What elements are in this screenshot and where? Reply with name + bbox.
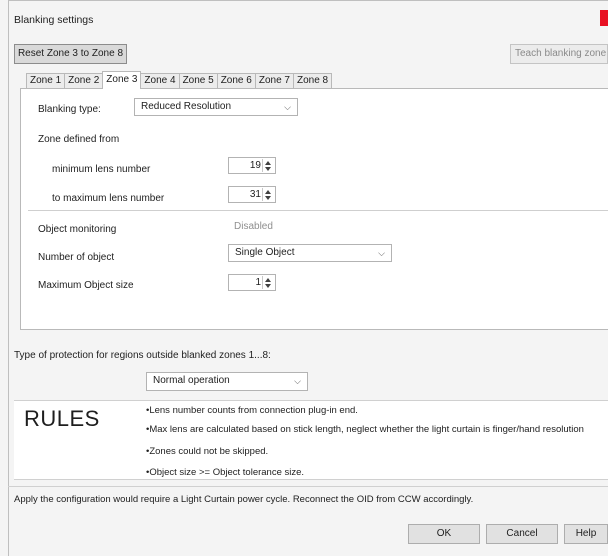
footer-divider [8,486,608,487]
rule-item: •Zones could not be skipped. [146,446,269,457]
tab-zone-6[interactable]: Zone 6 [216,73,256,89]
help-button[interactable]: Help [564,524,608,544]
cancel-button[interactable]: Cancel [486,524,558,544]
tab-zone-1[interactable]: Zone 1 [26,73,66,89]
power-cycle-note: Apply the configuration would require a … [14,494,474,505]
protection-type-select[interactable]: Normal operation ⌵ [146,372,308,391]
number-of-object-label: Number of object [38,252,115,263]
rule-item: •Object size >= Object tolerance size. [146,467,305,478]
tab-zone-3[interactable]: Zone 3 [102,71,142,89]
blanking-type-label: Blanking type: [38,104,101,115]
spinner-arrows-icon[interactable] [262,276,274,289]
rules-title: RULES [24,406,100,431]
number-of-object-value: Single Object [235,247,295,258]
max-lens-spinner[interactable]: 31 [228,186,276,203]
min-lens-label: minimum lens number [52,164,151,175]
tab-zone-4[interactable]: Zone 4 [140,73,180,89]
rule-item: •Max lens are calculated based on stick … [146,424,584,435]
chevron-down-icon: ⌵ [294,376,301,386]
window-border-top [8,0,608,1]
chevron-down-icon: ⌵ [284,102,291,112]
teach-blanking-zone-button[interactable]: Teach blanking zone [510,44,608,64]
blanking-type-select[interactable]: Reduced Resolution ⌵ [134,98,298,116]
protection-type-value: Normal operation [153,375,230,386]
reset-zones-button[interactable]: Reset Zone 3 to Zone 8 [14,44,127,64]
chevron-down-icon: ⌵ [378,248,385,258]
blanking-type-value: Reduced Resolution [141,101,232,112]
tab-zone-5[interactable]: Zone 5 [178,73,218,89]
zone-tabs: Zone 1 Zone 2 Zone 3 Zone 4 Zone 5 Zone … [26,71,333,89]
tab-zone-2[interactable]: Zone 2 [64,73,104,89]
min-lens-value: 19 [249,160,261,171]
min-lens-spinner[interactable]: 19 [228,157,276,174]
protection-type-label: Type of protection for regions outside b… [14,350,271,361]
window-border-left [8,0,9,556]
object-monitoring-label: Object monitoring [38,224,117,235]
close-icon[interactable] [600,10,608,26]
ok-button[interactable]: OK [408,524,480,544]
max-object-size-label: Maximum Object size [38,280,134,291]
spinner-arrows-icon[interactable] [262,159,274,172]
spinner-arrows-icon[interactable] [262,188,274,201]
zone-defined-label: Zone defined from [38,134,120,145]
max-lens-label: to maximum lens number [52,193,165,204]
rule-item: •Lens number counts from connection plug… [146,405,358,416]
tab-zone-8[interactable]: Zone 8 [292,73,333,89]
max-object-size-spinner[interactable]: 1 [228,274,276,291]
max-lens-value: 31 [249,189,261,200]
object-monitoring-status: Disabled [234,221,273,232]
max-object-size-value: 1 [255,277,261,288]
number-of-object-select[interactable]: Single Object ⌵ [228,244,392,262]
tab-zone-7[interactable]: Zone 7 [254,73,294,89]
window-title: Blanking settings [14,14,94,26]
